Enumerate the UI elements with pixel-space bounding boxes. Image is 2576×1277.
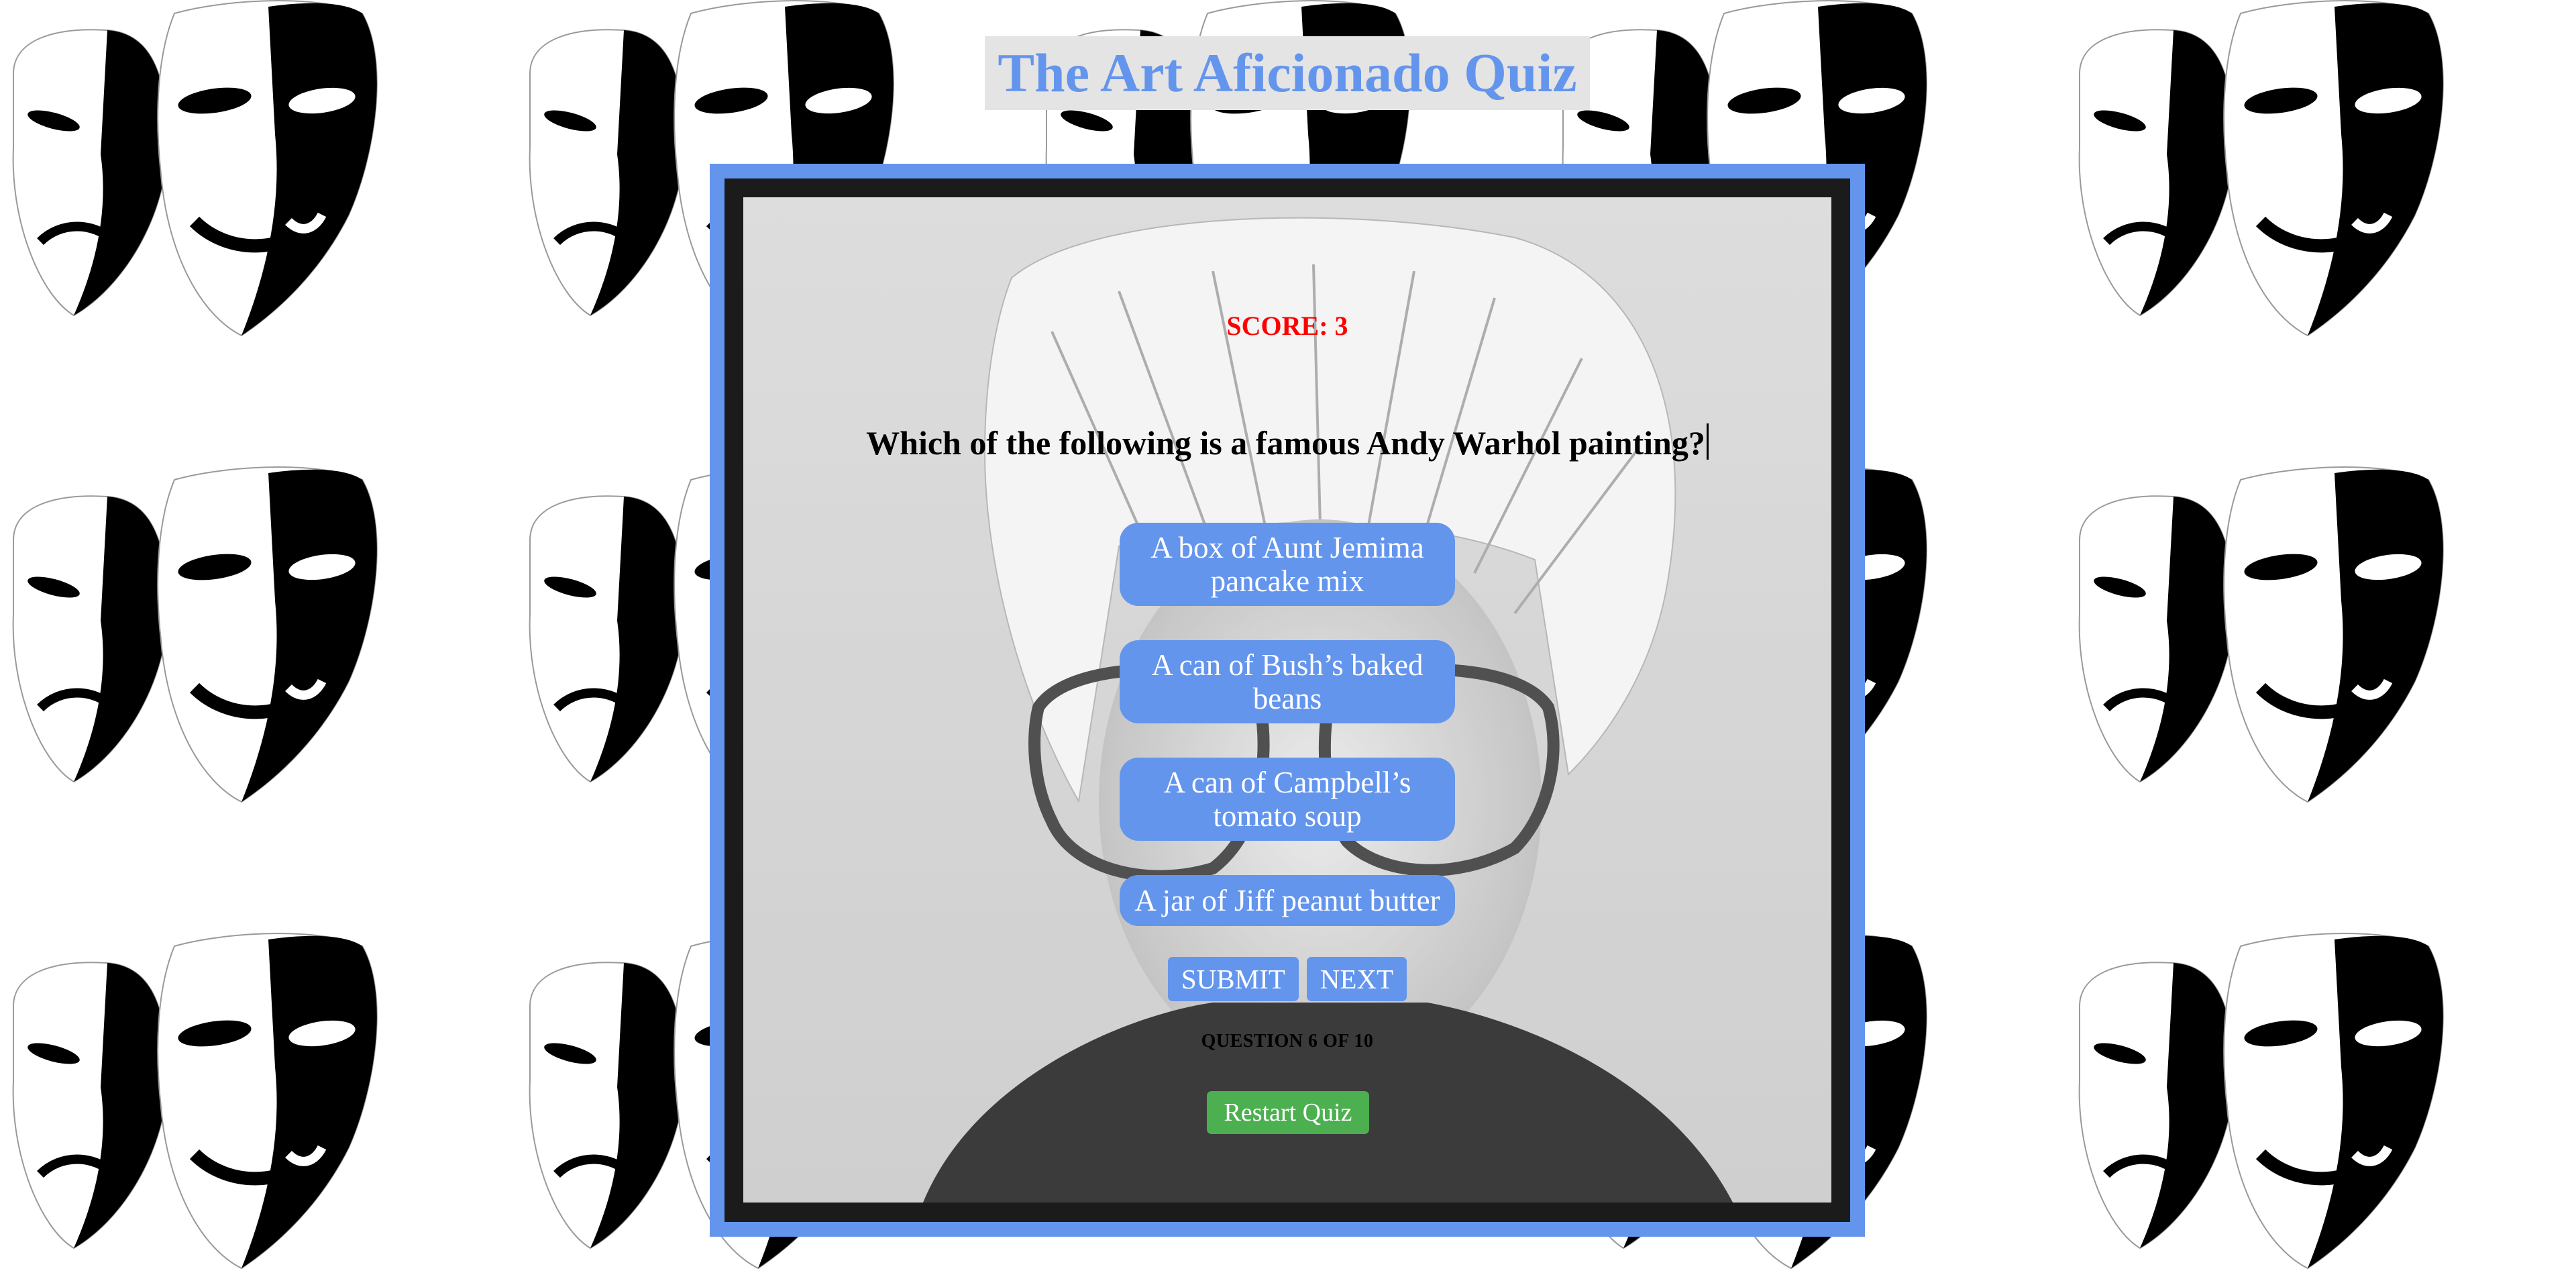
quiz-panel: SCORE: 3 Which of the following is a fam…	[710, 164, 1865, 1237]
submit-button[interactable]: SUBMIT	[1167, 957, 1299, 1001]
page-title: The Art Aficionado Quiz	[998, 42, 1577, 103]
text-cursor	[1706, 423, 1709, 460]
next-button[interactable]: NEXT	[1306, 957, 1407, 1001]
quiz-controls: SUBMIT NEXT	[724, 957, 1850, 1001]
score-display: SCORE: 3	[1226, 311, 1348, 341]
answer-list: A box of Aunt Jemima pancake mix A can o…	[724, 523, 1850, 960]
answer-option-3[interactable]: A can of Campbell’s tomato soup	[1120, 758, 1455, 841]
answer-option-4[interactable]: A jar of Jiff peanut butter	[1120, 875, 1455, 926]
answer-option-1[interactable]: A box of Aunt Jemima pancake mix	[1120, 523, 1455, 606]
quiz-content: SCORE: 3 Which of the following is a fam…	[724, 178, 1850, 1222]
question-label: Which of the following is a famous Andy …	[866, 424, 1705, 462]
question-text: Which of the following is a famous Andy …	[724, 423, 1850, 462]
answer-option-2[interactable]: A can of Bush’s baked beans	[1120, 640, 1455, 723]
restart-quiz-button[interactable]: Restart Quiz	[1207, 1091, 1369, 1134]
quiz-panel-inner: SCORE: 3 Which of the following is a fam…	[724, 178, 1850, 1222]
title-banner: The Art Aficionado Quiz	[985, 36, 1590, 110]
question-progress: QUESTION 6 OF 10	[1201, 1031, 1374, 1052]
